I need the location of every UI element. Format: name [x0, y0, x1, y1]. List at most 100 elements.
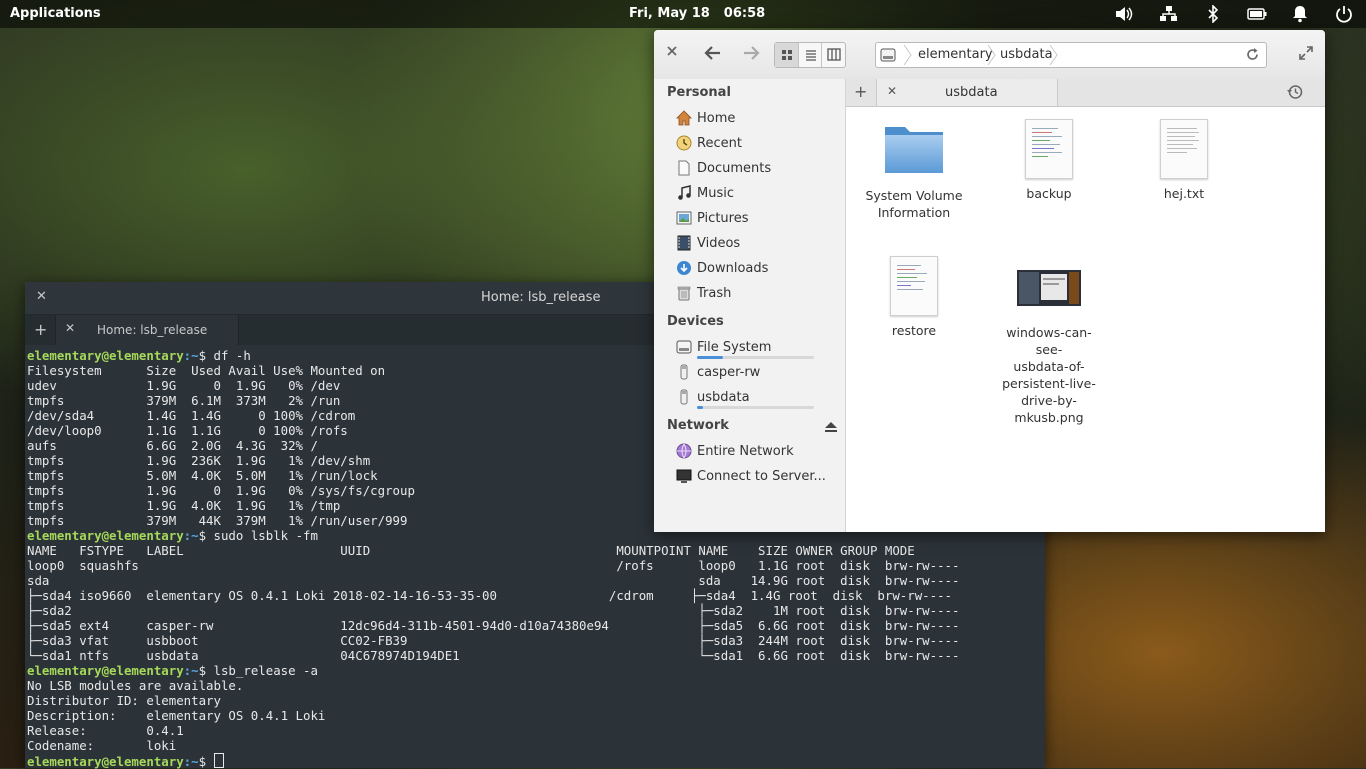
sidebar-item-recent[interactable]: Recent	[676, 133, 841, 155]
forward-button[interactable]	[742, 45, 760, 65]
recent-icon	[676, 135, 692, 151]
new-tab-button[interactable]: +	[34, 320, 47, 339]
close-tab-icon[interactable]: ✕	[65, 321, 75, 335]
sidebar-item-casper-rw[interactable]: casper-rw	[676, 362, 841, 384]
document-icon	[1025, 119, 1073, 179]
sidebar-item-pictures[interactable]: Pictures	[676, 208, 841, 230]
sidebar-item-connect-to-server[interactable]: Connect to Server...	[676, 466, 841, 488]
places-sidebar: Personal Home Recent Documents Music Pic…	[654, 79, 846, 532]
sidebar-item-usbdata[interactable]: usbdata	[676, 387, 841, 409]
usage-bar	[697, 356, 814, 359]
breadcrumb-usbdata[interactable]: usbdata	[1000, 47, 1053, 62]
sidebar-item-trash[interactable]: Trash	[676, 283, 841, 305]
network-heading: Network	[667, 418, 729, 433]
notifications-icon[interactable]	[1290, 5, 1310, 23]
new-tab-button[interactable]: +	[854, 82, 867, 101]
history-icon[interactable]	[1287, 84, 1303, 104]
df-output: Filesystem Size Used Avail Use% Mounted …	[27, 363, 415, 528]
drive-icon[interactable]	[880, 47, 896, 67]
text-cursor	[213, 753, 224, 768]
path-separator-icon	[987, 44, 997, 66]
files-toolbar: elementary usbdata	[654, 30, 1325, 80]
breadcrumb-elementary[interactable]: elementary	[918, 47, 993, 62]
sidebar-item-file-system[interactable]: File System	[676, 337, 841, 359]
drive-icon	[676, 339, 692, 355]
network-icon	[676, 443, 692, 459]
file-grid: System Volume Information backup hej.txt…	[846, 107, 1325, 532]
file-item[interactable]: restore	[859, 256, 969, 339]
sidebar-item-home[interactable]: Home	[676, 108, 841, 130]
command-line: lsb_release -a	[213, 663, 318, 678]
prompt: elementary@elementary:~$	[27, 754, 207, 769]
usb-icon	[676, 364, 692, 380]
sidebar-item-videos[interactable]: Videos	[676, 233, 841, 255]
lsblk-output: NAME FSTYPE LABEL UUID MOUNTPOINT NAME S…	[27, 543, 960, 663]
maximize-icon[interactable]	[1299, 46, 1313, 64]
trash-icon	[676, 285, 692, 301]
volume-icon[interactable]	[1114, 5, 1134, 23]
file-name: hej.txt	[1163, 186, 1205, 201]
location-bar[interactable]: elementary usbdata	[875, 42, 1267, 68]
text-file-icon	[1160, 119, 1208, 179]
file-name: windows-can-see- usbdata-of- persistent-…	[1002, 325, 1096, 425]
lsb-output: No LSB modules are available. Distributo…	[27, 678, 326, 753]
command-line: sudo lsblk -fm	[213, 528, 318, 543]
clock[interactable]: Fri, May 18 06:58	[629, 6, 765, 21]
sidebar-item-documents[interactable]: Documents	[676, 158, 841, 180]
list-view-button[interactable]	[799, 43, 823, 67]
close-tab-icon[interactable]: ✕	[887, 84, 897, 98]
view-switcher	[774, 42, 846, 68]
file-manager-window: elementary usbdata Personal Home Recent	[654, 30, 1325, 532]
usb-icon	[676, 389, 692, 405]
server-icon	[676, 468, 692, 484]
close-icon[interactable]	[667, 45, 677, 60]
tab-usbdata[interactable]: ✕ usbdata	[876, 79, 1058, 106]
downloads-icon	[676, 260, 692, 276]
icon-view-button[interactable]	[775, 43, 799, 67]
file-item[interactable]: windows-can-see- usbdata-of- persistent-…	[994, 256, 1104, 426]
personal-heading: Personal	[667, 85, 731, 100]
usage-bar	[697, 406, 814, 409]
power-icon[interactable]	[1334, 5, 1354, 23]
terminal-tab[interactable]: ✕ Home: lsb_release	[55, 315, 239, 345]
terminal-tab-label: Home: lsb_release	[97, 323, 208, 337]
top-panel: Applications Fri, May 18 06:58	[0, 0, 1366, 28]
prompt: elementary@elementary:~$	[27, 528, 207, 543]
files-tabbar: + ✕ usbdata	[846, 79, 1325, 107]
devices-heading: Devices	[667, 314, 724, 329]
videos-icon	[676, 235, 692, 251]
document-icon	[890, 256, 938, 316]
folder-icon	[885, 127, 943, 173]
column-view-button[interactable]	[822, 43, 845, 67]
command-line: df -h	[213, 348, 251, 363]
path-separator-icon	[903, 44, 913, 66]
file-name: System Volume Information	[865, 188, 963, 220]
prompt: elementary@elementary:~$	[27, 663, 207, 678]
prompt: elementary@elementary:~$	[27, 348, 207, 363]
path-separator-icon	[1049, 44, 1059, 66]
reload-icon[interactable]	[1245, 47, 1260, 66]
sidebar-item-downloads[interactable]: Downloads	[676, 258, 841, 280]
clock-date: Fri, May 18	[629, 6, 710, 21]
battery-icon[interactable]	[1247, 5, 1267, 23]
network-icon[interactable]	[1159, 5, 1179, 23]
file-item[interactable]: backup	[994, 119, 1104, 202]
sidebar-item-music[interactable]: Music	[676, 183, 841, 205]
file-name: restore	[891, 323, 937, 338]
music-icon	[676, 185, 692, 201]
image-thumbnail-icon	[1017, 270, 1081, 306]
bluetooth-icon[interactable]	[1203, 5, 1223, 23]
close-icon[interactable]: ✕	[36, 289, 47, 304]
eject-icon[interactable]	[825, 422, 837, 437]
file-name: backup	[1026, 186, 1072, 201]
applications-menu[interactable]: Applications	[10, 6, 101, 21]
home-icon	[676, 110, 692, 126]
file-item[interactable]: System Volume Information	[859, 119, 969, 221]
documents-icon	[676, 160, 692, 176]
pictures-icon	[676, 210, 692, 226]
terminal-title: Home: lsb_release	[481, 290, 601, 305]
clock-time: 06:58	[723, 6, 766, 21]
sidebar-item-entire-network[interactable]: Entire Network	[676, 441, 841, 463]
back-button[interactable]	[704, 45, 722, 65]
file-item[interactable]: hej.txt	[1129, 119, 1239, 202]
